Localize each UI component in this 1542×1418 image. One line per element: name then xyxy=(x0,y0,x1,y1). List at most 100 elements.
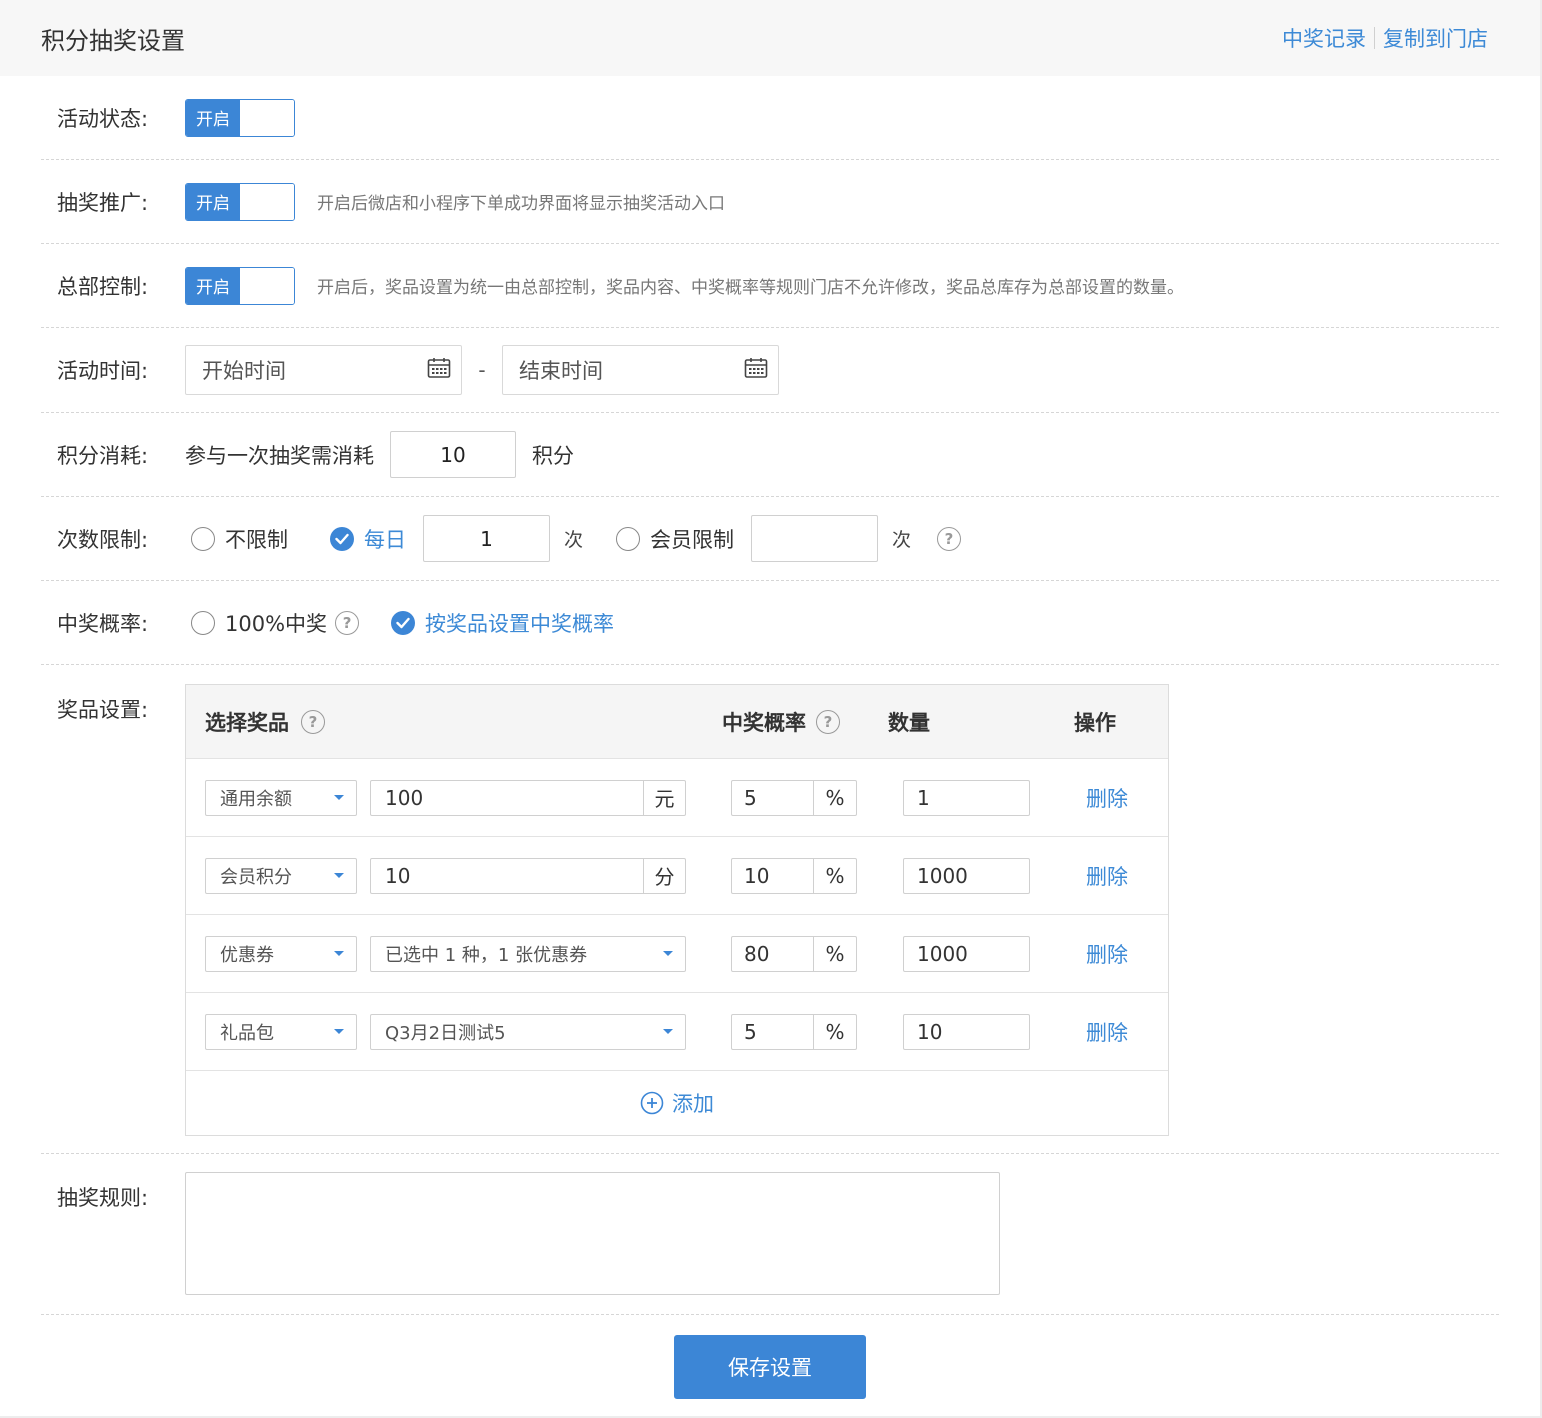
win-rate-value: 5 xyxy=(744,1019,757,1044)
plus-circle-icon xyxy=(640,1091,664,1115)
row-times-limit: 次数限制: 不限制 每日 次 会员限制 次 ? xyxy=(41,497,1499,581)
prize-value-input[interactable]: 10 分 xyxy=(370,857,686,894)
caret-down-icon xyxy=(663,1029,673,1034)
radio-member-limit-label: 会员限制 xyxy=(650,527,735,552)
winning-records-link[interactable]: 中奖记录 xyxy=(1282,23,1366,53)
quantity-input[interactable]: 1000 xyxy=(903,935,1030,972)
radio-full-win[interactable]: 100%中奖 xyxy=(191,608,327,638)
prize-settings-label: 奖品设置: xyxy=(57,698,149,722)
prize-value-unit: 分 xyxy=(643,858,685,893)
coupon-select[interactable]: 已选中 1 种，1 张优惠券 xyxy=(370,935,686,972)
points-cost-prefix: 参与一次抽奖需消耗 xyxy=(185,443,374,468)
radio-by-prize[interactable]: 按奖品设置中奖概率 xyxy=(391,608,614,638)
radio-member-limit[interactable]: 会员限制 xyxy=(616,524,734,554)
percent-unit: % xyxy=(813,936,856,971)
lottery-rules-label: 抽奖规则: xyxy=(57,1186,149,1210)
lottery-settings-page: 积分抽奖设置 中奖记录 复制到门店 活动状态: 开启 抽奖推广: 开启 开启后微… xyxy=(0,0,1542,1418)
row-lottery-rules: 抽奖规则: xyxy=(41,1154,1499,1315)
quantity-input[interactable]: 1 xyxy=(903,779,1030,816)
delete-button[interactable]: 删除 xyxy=(1086,861,1128,891)
switch-off-knob xyxy=(240,99,294,136)
row-points-cost: 积分消耗: 参与一次抽奖需消耗 积分 xyxy=(41,413,1499,497)
promotion-label: 抽奖推广: xyxy=(57,190,149,215)
radio-circle-icon xyxy=(616,526,641,551)
daily-limit-input[interactable] xyxy=(423,515,550,562)
prize-table: 选择奖品 ? 中奖概率 ? 数量 操作 通用余额 100 元 5 % 1 删除 … xyxy=(185,684,1169,1136)
points-cost-label: 积分消耗: xyxy=(57,443,149,468)
prize-type-select[interactable]: 礼品包 xyxy=(205,1013,357,1050)
quantity-input[interactable]: 10 xyxy=(903,1013,1030,1050)
delete-button[interactable]: 删除 xyxy=(1086,1017,1128,1047)
win-rate-input[interactable]: 80 % xyxy=(731,935,857,972)
prize-value-input[interactable]: 100 元 xyxy=(370,779,686,816)
copy-to-store-link[interactable]: 复制到门店 xyxy=(1383,23,1488,53)
caret-down-icon xyxy=(334,951,344,956)
form-content: 活动状态: 开启 抽奖推广: 开启 开启后微店和小程序下单成功界面将显示抽奖活动… xyxy=(0,76,1540,1399)
row-activity-time: 活动时间: 开始时间 - 结束时间 xyxy=(41,328,1499,413)
add-prize-label: 添加 xyxy=(672,1092,714,1116)
quantity-input[interactable]: 1000 xyxy=(903,857,1030,894)
switch-off-knob xyxy=(240,183,294,220)
lottery-rules-textarea[interactable] xyxy=(185,1172,1000,1295)
prize-type-select[interactable]: 优惠券 xyxy=(205,935,357,972)
row-win-probability: 中奖概率: 100%中奖 ? 按奖品设置中奖概率 xyxy=(41,581,1499,665)
start-time-input[interactable]: 开始时间 xyxy=(185,345,462,395)
footer-actions: 保存设置 xyxy=(41,1315,1499,1399)
percent-unit: % xyxy=(813,1014,856,1049)
row-hq-control: 总部控制: 开启 开启后，奖品设置为统一由总部控制，奖品内容、中奖概率等规则门店… xyxy=(41,244,1499,328)
caret-down-icon xyxy=(334,795,344,800)
switch-on-label: 开启 xyxy=(186,267,240,304)
win-rate-input[interactable]: 5 % xyxy=(731,779,857,816)
switch-on-label: 开启 xyxy=(186,183,240,220)
prize-value: 10 xyxy=(385,863,411,888)
prize-table-header: 选择奖品 ? 中奖概率 ? 数量 操作 xyxy=(186,685,1168,759)
delete-button[interactable]: 删除 xyxy=(1086,939,1128,969)
end-time-input[interactable]: 结束时间 xyxy=(502,345,779,395)
promotion-hint: 开启后微店和小程序下单成功界面将显示抽奖活动入口 xyxy=(317,194,725,214)
gift-pack-select[interactable]: Q3月2日测试5 xyxy=(370,1013,686,1050)
switch-on-label: 开启 xyxy=(186,99,240,136)
table-row: 礼品包 Q3月2日测试5 5 % 10 删除 xyxy=(186,993,1168,1071)
points-cost-input[interactable] xyxy=(390,431,516,478)
delete-button[interactable]: 删除 xyxy=(1086,783,1128,813)
calendar-icon[interactable] xyxy=(427,357,451,384)
caret-down-icon xyxy=(334,873,344,878)
prize-type-value: 优惠券 xyxy=(220,944,274,966)
table-row: 会员积分 10 分 10 % 1000 删除 xyxy=(186,837,1168,915)
activity-status-label: 活动状态: xyxy=(57,106,149,131)
radio-circle-icon xyxy=(191,526,215,551)
times-limit-label: 次数限制: xyxy=(57,527,149,552)
row-activity-status: 活动状态: 开启 xyxy=(41,76,1499,160)
prize-type-select[interactable]: 会员积分 xyxy=(205,857,357,894)
coupon-select-value: 已选中 1 种，1 张优惠券 xyxy=(385,944,588,966)
help-icon[interactable]: ? xyxy=(816,709,840,734)
prize-type-value: 通用余额 xyxy=(220,788,292,810)
checkmark-icon xyxy=(391,610,416,635)
radio-daily-label: 每日 xyxy=(364,527,406,552)
member-limit-input[interactable] xyxy=(751,515,879,562)
caret-down-icon xyxy=(663,951,673,956)
points-cost-suffix: 积分 xyxy=(532,443,574,468)
save-settings-button[interactable]: 保存设置 xyxy=(674,1335,866,1399)
help-icon[interactable]: ? xyxy=(301,709,325,734)
page-header: 积分抽奖设置 中奖记录 复制到门店 xyxy=(0,0,1540,76)
help-icon[interactable]: ? xyxy=(335,610,360,635)
radio-by-prize-label: 按奖品设置中奖概率 xyxy=(425,611,615,636)
caret-down-icon xyxy=(334,1029,344,1034)
table-row: 通用余额 100 元 5 % 1 删除 xyxy=(186,759,1168,837)
hq-control-switch[interactable]: 开启 xyxy=(185,266,295,305)
promotion-switch[interactable]: 开启 xyxy=(185,182,295,221)
activity-status-switch[interactable]: 开启 xyxy=(185,98,295,137)
percent-unit: % xyxy=(813,780,856,815)
add-prize-button[interactable]: 添加 xyxy=(186,1071,1168,1135)
start-time-placeholder: 开始时间 xyxy=(202,359,286,383)
prize-type-select[interactable]: 通用余额 xyxy=(205,779,357,816)
radio-daily[interactable]: 每日 xyxy=(330,524,406,554)
radio-unlimited[interactable]: 不限制 xyxy=(191,524,288,554)
win-rate-input[interactable]: 10 % xyxy=(731,857,857,894)
member-limit-unit: 次 xyxy=(892,529,912,551)
win-rate-input[interactable]: 5 % xyxy=(731,1013,857,1050)
radio-circle-icon xyxy=(191,610,215,635)
calendar-icon[interactable] xyxy=(744,357,768,384)
help-icon[interactable]: ? xyxy=(937,526,962,551)
